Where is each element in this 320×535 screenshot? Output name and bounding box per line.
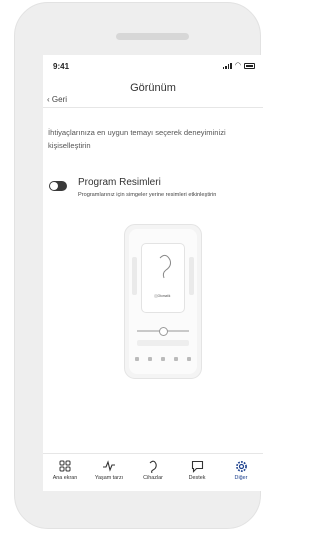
option-subtitle: Programlarınız için simgeler yerine resi… bbox=[78, 192, 217, 198]
preview-volume-slider bbox=[137, 327, 189, 336]
program-images-toggle[interactable] bbox=[49, 181, 67, 191]
preview-segment-tabs bbox=[137, 340, 189, 346]
tab-label: Cihazlar bbox=[143, 475, 163, 481]
hearing-aid-icon bbox=[132, 459, 174, 473]
page-title: Görünüm bbox=[130, 82, 176, 94]
preview-screen: Otomatik bbox=[129, 229, 197, 374]
preview-side-card-right bbox=[189, 257, 194, 295]
signal-icon bbox=[222, 62, 232, 69]
preview-program-label: Otomatik bbox=[157, 294, 171, 298]
preview-side-card-left bbox=[132, 257, 137, 295]
tab-yasam-tarzi[interactable]: Yaşam tarzı bbox=[88, 459, 130, 491]
grid-icon bbox=[44, 459, 86, 473]
wifi-icon: ◠ bbox=[234, 62, 241, 69]
header-divider bbox=[43, 107, 263, 108]
tab-ana-ekran[interactable]: Ana ekran bbox=[44, 459, 86, 491]
option-title: Program Resimleri bbox=[78, 177, 161, 188]
app-screen: 9:41 ◠ Görünüm ‹ Geri İhtiyaçlarınıza en… bbox=[43, 55, 263, 491]
preview-image: Otomatik bbox=[124, 224, 202, 379]
battery-icon bbox=[244, 63, 255, 69]
hearing-aid-icon bbox=[159, 254, 171, 279]
activity-icon bbox=[88, 459, 130, 473]
status-bar: 9:41 ◠ bbox=[43, 55, 263, 77]
back-button[interactable]: ‹ Geri bbox=[47, 95, 67, 104]
tab-label: Diğer bbox=[234, 475, 248, 481]
status-time: 9:41 bbox=[53, 62, 70, 71]
chevron-left-icon: ‹ bbox=[47, 95, 50, 104]
tab-cihazlar[interactable]: Cihazlar bbox=[132, 459, 174, 491]
phone-speaker bbox=[116, 33, 189, 40]
preview-program-card: Otomatik bbox=[141, 243, 185, 313]
tab-label: Destek bbox=[188, 475, 206, 481]
tab-bar: Ana ekran Yaşam tarzı Cihazlar Destek Di… bbox=[43, 453, 263, 491]
chat-icon bbox=[176, 459, 218, 473]
back-label: Geri bbox=[51, 95, 68, 104]
tab-diger[interactable]: Diğer bbox=[220, 459, 262, 491]
status-icons: ◠ bbox=[222, 62, 255, 69]
preview-tabbar bbox=[135, 357, 191, 361]
tab-label: Yaşam tarzı bbox=[94, 475, 124, 481]
tab-label: Ana ekran bbox=[52, 475, 78, 481]
phone-frame: 9:41 ◠ Görünüm ‹ Geri İhtiyaçlarınıza en… bbox=[14, 2, 263, 529]
toggle-knob bbox=[50, 182, 58, 190]
gear-icon bbox=[220, 459, 262, 473]
tab-destek[interactable]: Destek bbox=[176, 459, 218, 491]
page-description: İhtiyaçlarınıza en uygun temayı seçerek … bbox=[48, 128, 226, 150]
